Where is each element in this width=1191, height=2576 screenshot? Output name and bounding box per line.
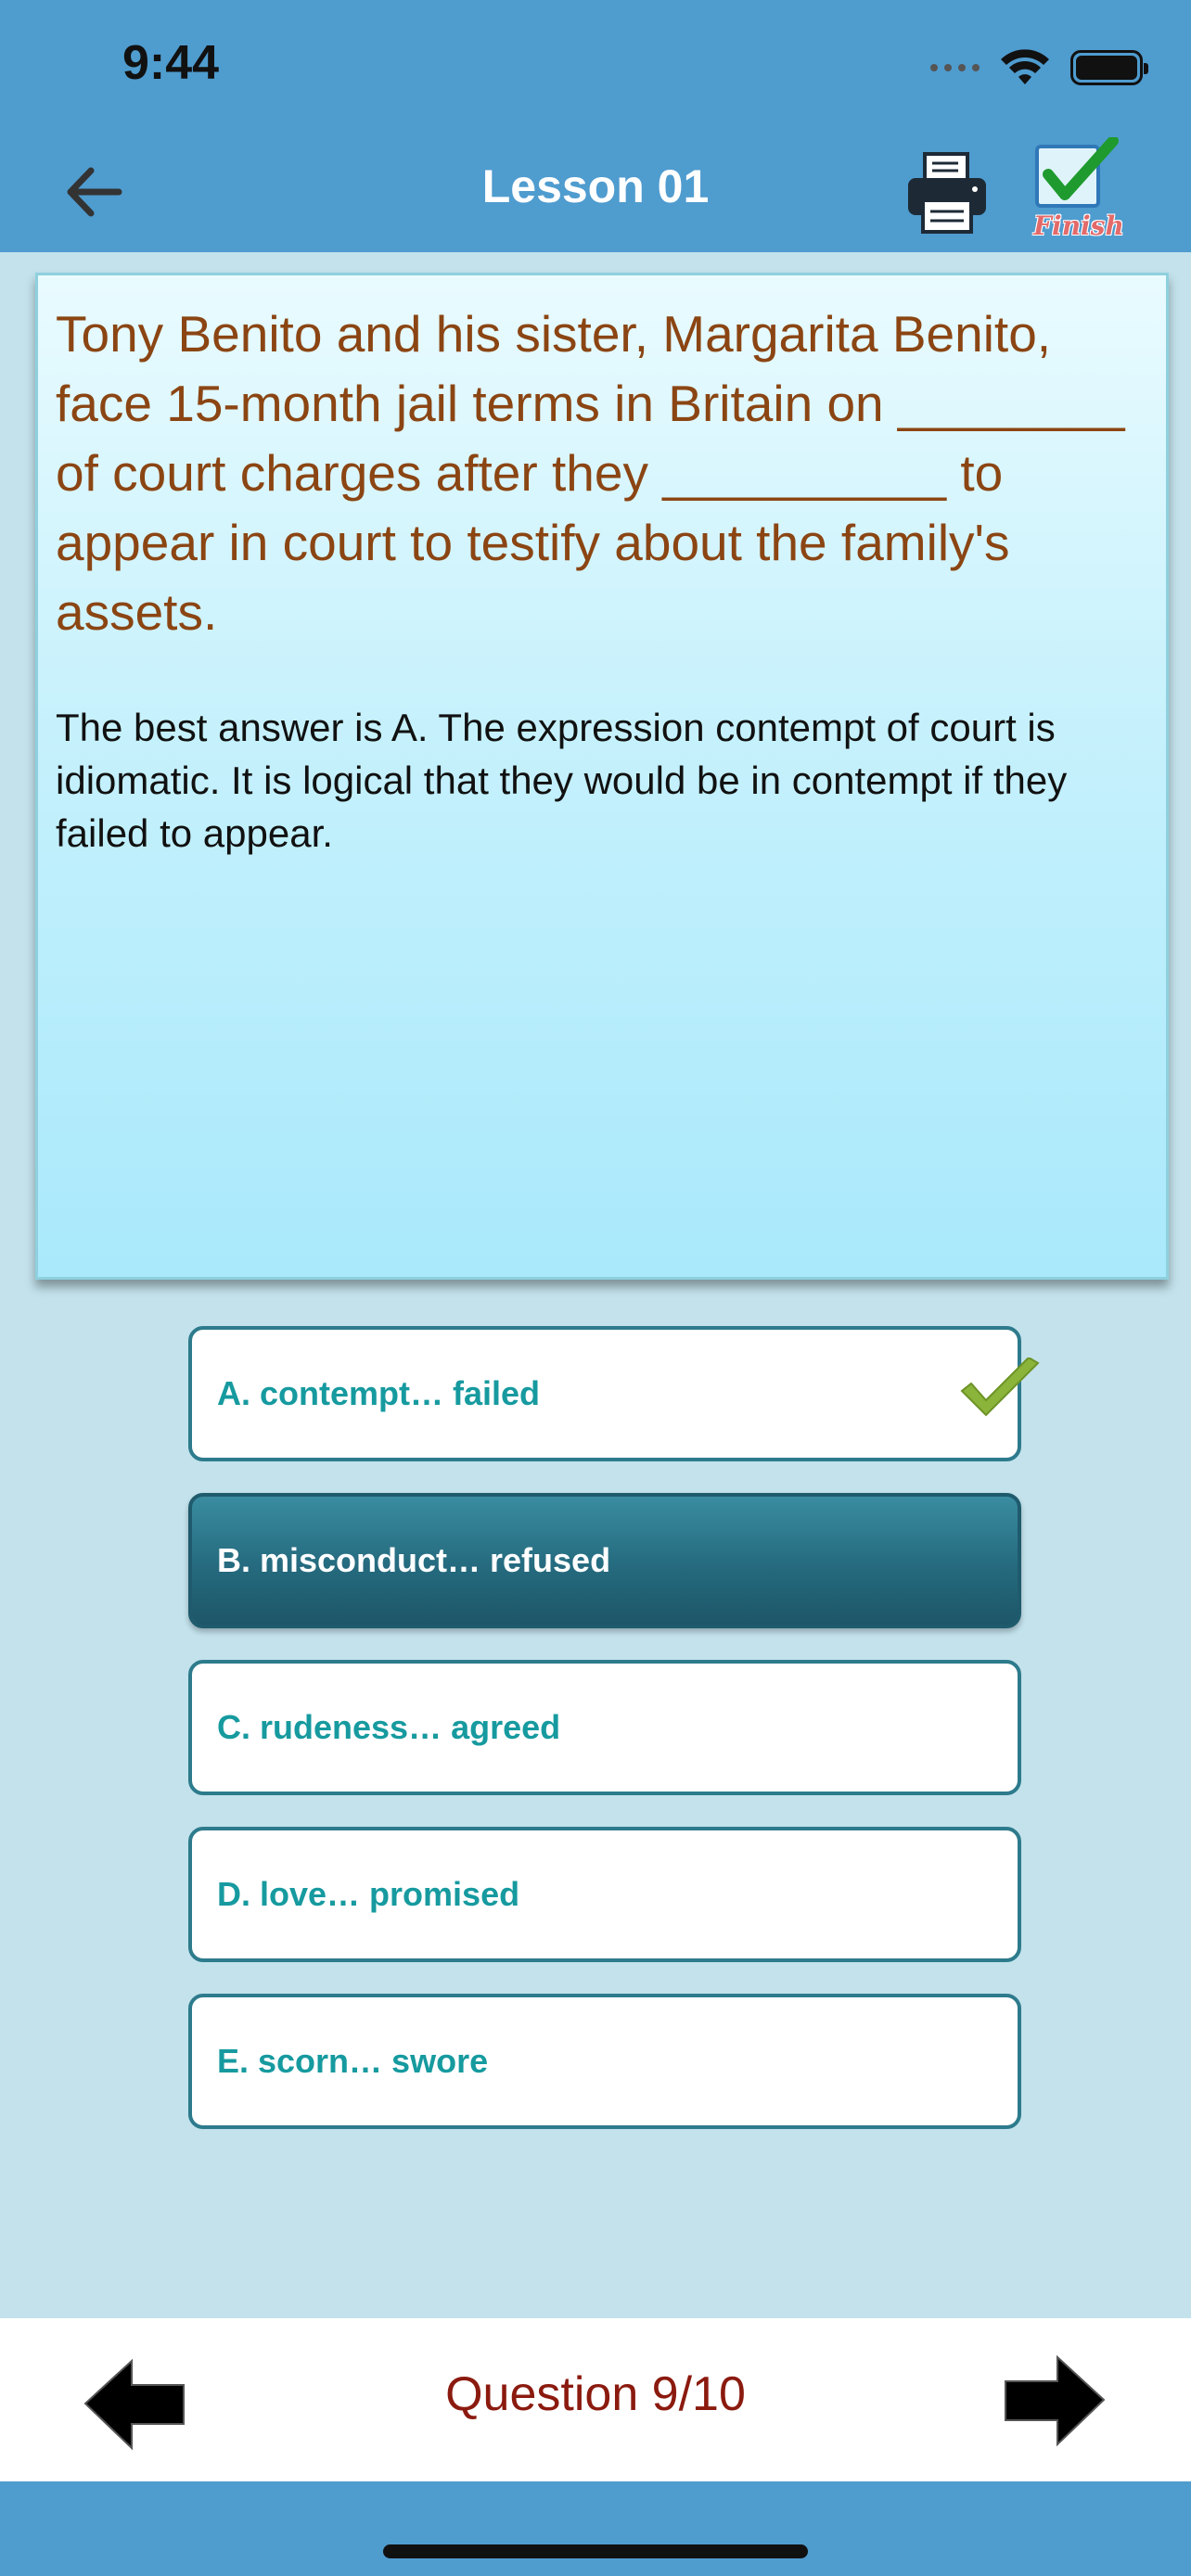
answer-option-c[interactable]: C. rudeness… agreed [188, 1660, 1021, 1795]
wifi-icon [1001, 49, 1049, 84]
checkmark-icon [960, 1358, 1040, 1417]
status-time: 9:44 [122, 36, 220, 90]
bottom-nav-bar: Question 9/10 [0, 2318, 1191, 2481]
finish-label: Finish [1033, 210, 1124, 241]
next-arrow-icon[interactable] [1002, 2352, 1109, 2450]
checkbox-check-icon [1035, 137, 1119, 208]
page-title: Lesson 01 [481, 160, 710, 212]
answer-option-a[interactable]: A. contempt… failed [188, 1326, 1040, 1461]
printer-icon[interactable] [904, 148, 990, 237]
previous-arrow-icon[interactable] [80, 2355, 187, 2454]
answer-option-e[interactable]: E. scorn… swore [188, 1994, 1021, 2129]
answer-option-b[interactable]: B. misconduct… refused [188, 1493, 1021, 1628]
question-counter: Question 9/10 [445, 2367, 746, 2421]
answer-label: A. contempt… failed [217, 1374, 541, 1412]
answer-label: D. love… promised [217, 1875, 520, 1913]
question-text: Tony Benito and his sister, Margarita Be… [56, 305, 1125, 641]
answer-label: E. scorn… swore [217, 2042, 489, 2080]
question-panel: Tony Benito and his sister, Margarita Be… [35, 273, 1169, 1280]
status-icons [930, 46, 1148, 89]
signal-icon [930, 64, 980, 71]
answer-label: B. misconduct… refused [217, 1541, 611, 1579]
battery-icon [1070, 50, 1148, 85]
answer-label: C. rudeness… agreed [217, 1708, 561, 1746]
home-indicator-area [0, 2481, 1191, 2576]
top-bar: 9:44 Lesson 01 Finish [0, 0, 1191, 252]
back-arrow-icon[interactable] [58, 159, 132, 224]
answer-option-d[interactable]: D. love… promised [188, 1827, 1021, 1962]
finish-button[interactable]: Finish [1028, 137, 1130, 243]
home-indicator[interactable] [383, 2544, 808, 2558]
explanation-text: The best answer is A. The expression con… [56, 706, 1068, 855]
